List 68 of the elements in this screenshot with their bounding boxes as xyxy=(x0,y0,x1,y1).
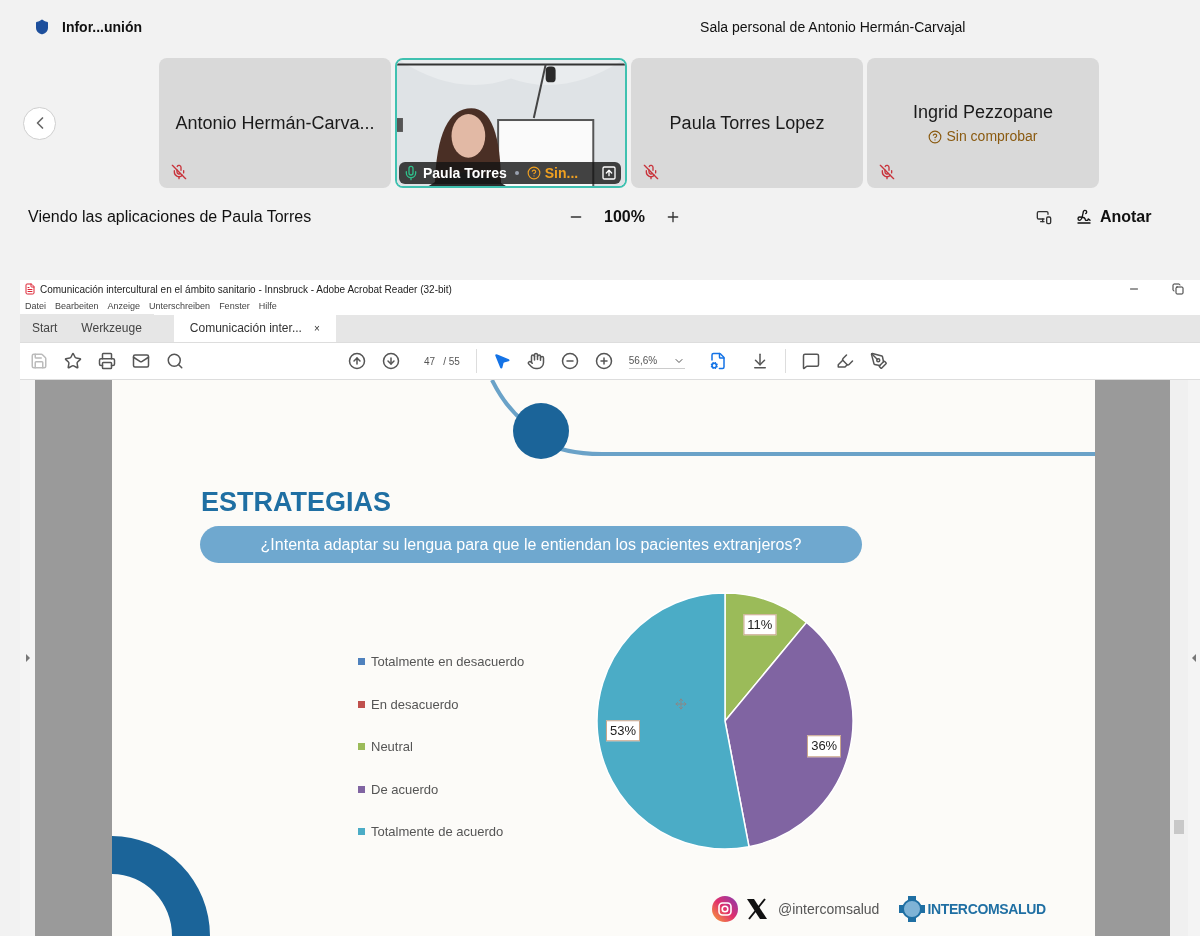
data-label: 53% xyxy=(606,719,641,742)
instagram-icon[interactable] xyxy=(712,896,738,922)
zoom-out-icon[interactable] xyxy=(560,352,579,370)
legend-label: En desacuerdo xyxy=(371,695,459,714)
previous-page-icon[interactable] xyxy=(348,352,366,370)
video-tile[interactable]: Paula Torres Sin... xyxy=(395,58,627,188)
tab[interactable]: Comunicación inter... × xyxy=(173,314,336,342)
pdf-icon xyxy=(24,283,36,295)
star-icon[interactable] xyxy=(64,352,82,370)
menu-item[interactable]: Datei xyxy=(25,299,46,314)
legend-label: De acuerdo xyxy=(371,780,439,799)
right-panel-arrow-icon[interactable] xyxy=(1192,654,1196,662)
participant-name: Antonio Hermán-Carva... xyxy=(175,111,375,135)
globe-logo-icon xyxy=(899,896,926,922)
legend-label: Neutral xyxy=(371,738,413,756)
question-banner: ¿Intenta adaptar su lengua para que le entiendan los pacientes extranjeros? xyxy=(200,526,862,563)
print-icon[interactable] xyxy=(98,352,116,370)
close-tab-icon[interactable]: × xyxy=(313,320,320,336)
screen-icon[interactable] xyxy=(1035,209,1052,225)
participant-name: Paula Torres Lopez xyxy=(669,111,825,135)
room-title: Sala personal de Antonio Hermán-Carvajal xyxy=(700,17,966,37)
hand-tool-icon[interactable] xyxy=(526,352,545,370)
logo-wordmark: INTERCOMSALUD xyxy=(927,899,1046,919)
search-icon[interactable] xyxy=(166,352,184,370)
window-title: Comunicación intercultural en el ámbito sanitario - Innsbruck - Adobe Acrobat Reader (32-bit) xyxy=(40,282,452,297)
participant-name: Paula Torres xyxy=(423,163,507,183)
help-icon xyxy=(928,129,943,144)
participant-tile[interactable]: Ingrid Pezzopane Sin comprobar xyxy=(867,58,1099,188)
highlighter-icon[interactable] xyxy=(835,352,854,370)
page-number-field[interactable]: 47 xyxy=(424,353,436,369)
x-logo-icon[interactable] xyxy=(746,898,768,920)
status-text: Sin comprobar xyxy=(946,127,1038,146)
page-tool-icon[interactable] xyxy=(708,352,727,370)
sharing-label: Viendo las aplicaciones de Paula Torres xyxy=(28,207,313,227)
social-handle: @intercomsalud xyxy=(778,899,880,919)
annotate-icon xyxy=(1075,209,1092,225)
zoom-in-icon[interactable] xyxy=(594,352,613,370)
mail-icon[interactable] xyxy=(132,352,150,370)
meeting-title: Infor...unión xyxy=(62,17,143,37)
page-total: / 55 xyxy=(443,354,460,369)
help-icon xyxy=(526,166,541,180)
legend-label: Totalmente en desacuerdo xyxy=(371,653,525,671)
menu-item[interactable]: Bearbeiten xyxy=(55,299,99,314)
annotate-button[interactable]: Anotar xyxy=(1075,205,1152,229)
move-cursor-icon xyxy=(675,698,687,710)
pen-icon[interactable] xyxy=(869,352,888,370)
shield-icon xyxy=(34,19,50,35)
menu-item[interactable]: Hilfe xyxy=(258,299,277,314)
status-text: Sin... xyxy=(544,163,579,183)
comment-icon[interactable] xyxy=(801,352,820,370)
scrollbar[interactable] xyxy=(1170,380,1188,936)
participant-name: Ingrid Pezzopane xyxy=(912,101,1054,124)
share-icon[interactable] xyxy=(601,165,617,181)
slide-title: ESTRATEGIAS xyxy=(201,486,391,519)
data-label: 11% xyxy=(743,613,777,636)
menu-item[interactable]: Unterschreiben xyxy=(149,299,211,314)
legend-label: Totalmente de acuerdo xyxy=(371,823,504,841)
menu-item[interactable]: Fenster xyxy=(219,299,250,314)
zoom-dropdown[interactable]: 56,6% xyxy=(628,353,685,369)
zoom-level: 100% xyxy=(604,207,645,227)
participant-tile[interactable]: Antonio Hermán-Carva... xyxy=(159,58,391,188)
select-tool-icon[interactable] xyxy=(492,352,511,370)
left-panel-arrow-icon[interactable] xyxy=(25,654,30,662)
next-page-icon[interactable] xyxy=(382,352,400,370)
participant-tile[interactable]: Paula Torres Lopez xyxy=(631,58,863,188)
restore-icon[interactable] xyxy=(1172,283,1184,295)
data-label: 36% xyxy=(807,735,842,758)
menu-item[interactable]: Anzeige xyxy=(107,299,141,314)
